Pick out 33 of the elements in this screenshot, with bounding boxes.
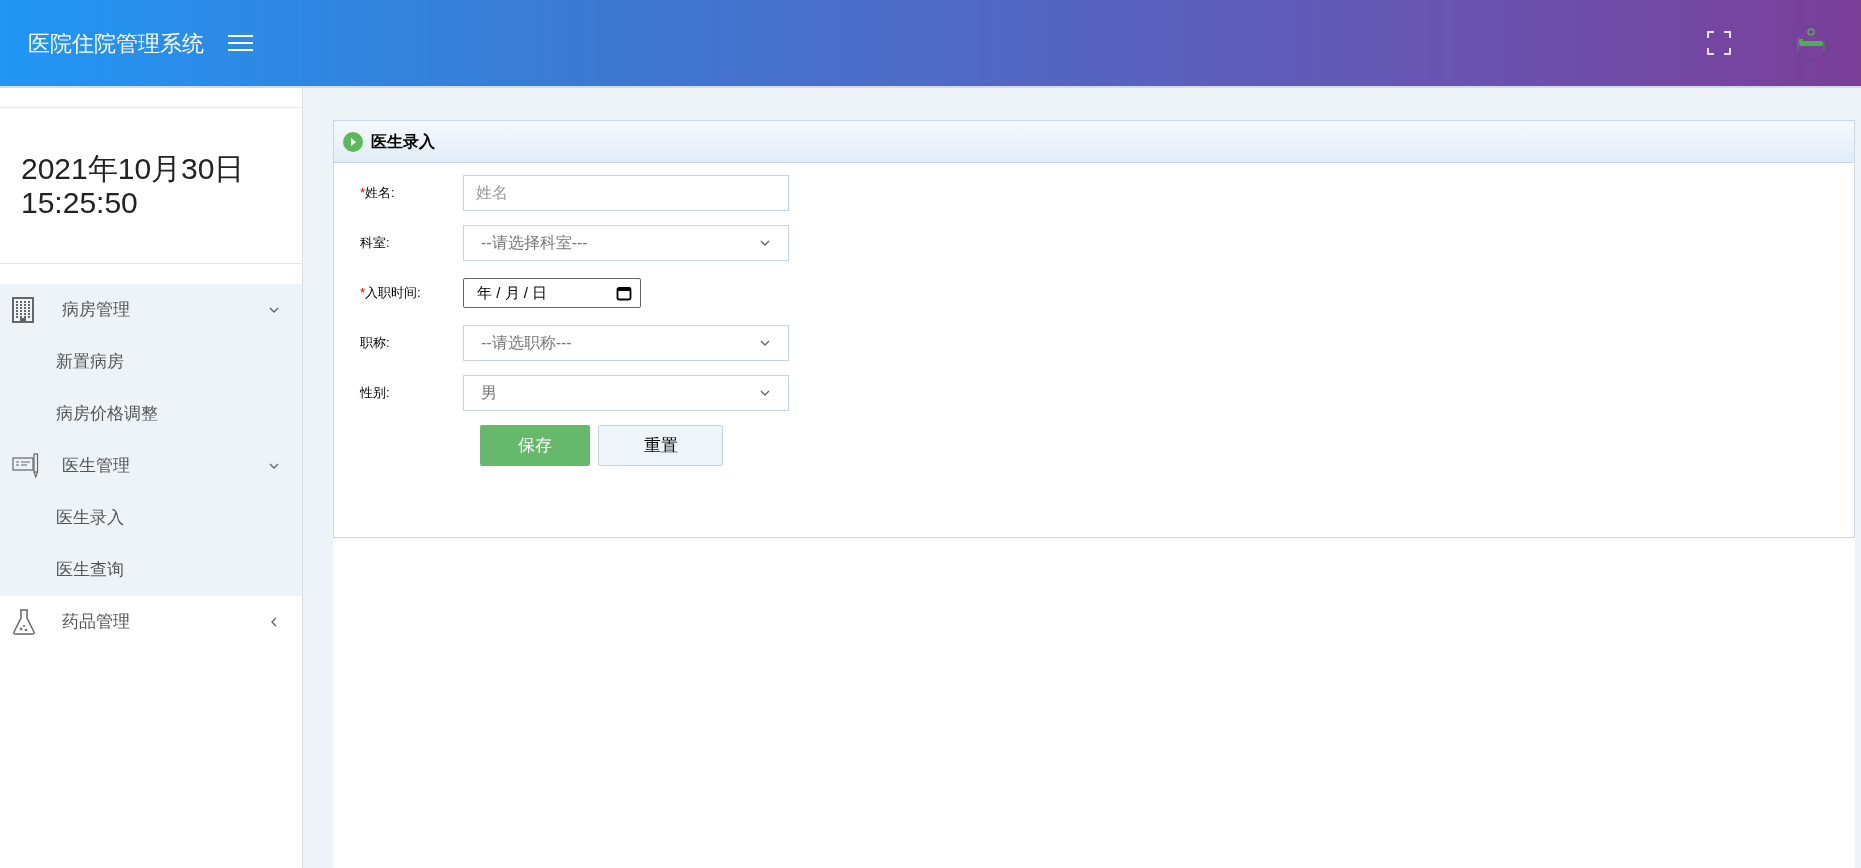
field-label: 科室: [359, 234, 391, 253]
flask-icon [12, 608, 36, 636]
menu-group-label: 药品管理 [62, 611, 131, 634]
date-text: 2021年10月30日 [21, 151, 246, 186]
menu-item[interactable]: 医生查询 [56, 557, 124, 583]
menu-group[interactable]: 病房管理 [0, 284, 302, 336]
reset-button[interactable]: 重置 [598, 425, 723, 466]
hospital-bed-avatar-icon[interactable] [1793, 25, 1829, 61]
field-label: 性别: [359, 384, 391, 403]
time-text: 15:25:50 [21, 185, 139, 220]
fullscreen-icon[interactable] [1707, 31, 1731, 55]
date-field[interactable]: 年 / 月 / 日 [463, 278, 641, 308]
building-icon [12, 297, 34, 323]
select-field[interactable]: --请选择科室--- [463, 225, 789, 261]
menu-group-label: 医生管理 [62, 455, 131, 478]
field-label: *入职时间: [359, 284, 422, 303]
menu-item[interactable]: 新置病房 [56, 349, 124, 375]
calendar-icon[interactable] [616, 285, 632, 301]
panel-title: 医生录入 [371, 131, 435, 152]
menu-group[interactable]: 医生管理 [0, 440, 302, 492]
cheque-pen-icon [12, 452, 40, 480]
select-field[interactable]: --请选职称--- [463, 325, 789, 361]
menu-item[interactable]: 医生录入 [56, 505, 124, 531]
menu-group[interactable]: 药品管理 [0, 596, 302, 648]
field-label: 职称: [359, 334, 391, 353]
app-title: 医院住院管理系统 [28, 29, 204, 58]
menu-button[interactable] [228, 35, 253, 51]
name-input[interactable]: 姓名 [463, 175, 789, 211]
play-circle-icon [343, 131, 363, 152]
select-field[interactable]: 男 [463, 375, 789, 411]
field-label: *姓名: [359, 184, 396, 203]
menu-group-label: 病房管理 [62, 299, 131, 322]
menu-item[interactable]: 病房价格调整 [56, 401, 158, 427]
